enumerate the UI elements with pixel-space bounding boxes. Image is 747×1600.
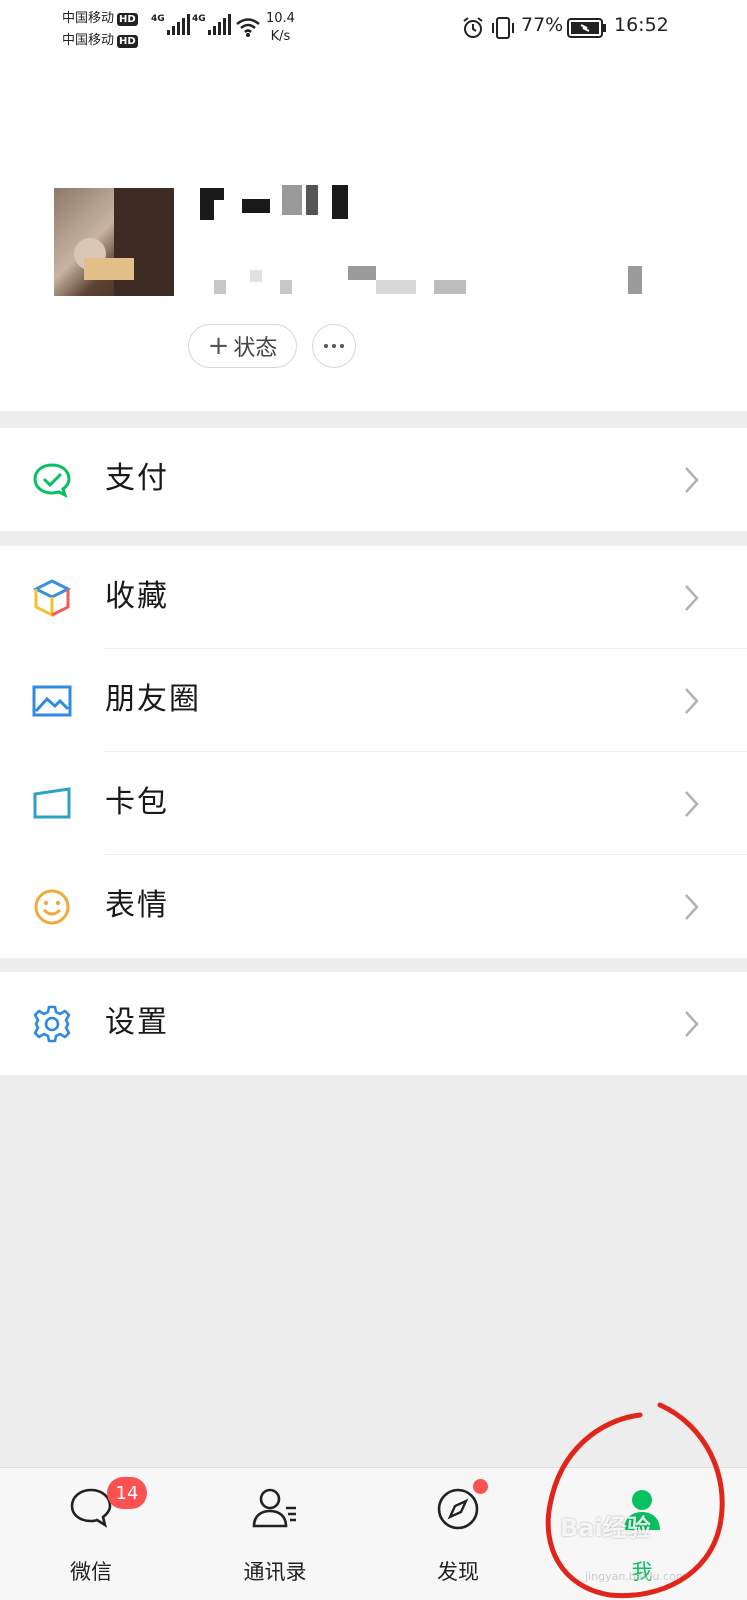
status-button-label: 状态 — [233, 336, 278, 361]
battery-charging-icon — [567, 18, 606, 38]
card-wallet-icon — [33, 787, 71, 819]
carrier-info: 中国移动 HD 中国移动 HD — [62, 8, 138, 52]
signal-strength-1-icon: 4G — [151, 14, 192, 35]
chevron-right-icon — [685, 1011, 699, 1037]
status-bar: 中国移动 HD 中国移动 HD 4G 4G 10.4 K/s 77% 16:52 — [0, 0, 747, 58]
tab-contacts[interactable]: 通讯录 — [210, 1468, 340, 1600]
menu-label-cards: 卡包 — [105, 785, 169, 820]
menu-label-moments: 朋友圈 — [105, 682, 201, 717]
tab-label-chats: 微信 — [70, 1560, 112, 1584]
wechat-id-censored — [212, 266, 662, 296]
plus-icon: + — [207, 331, 230, 361]
favorites-cube-icon — [32, 579, 72, 618]
network-speed: 10.4 K/s — [266, 10, 295, 46]
hd-badge: HD — [117, 12, 138, 26]
nickname-censored — [200, 183, 350, 223]
more-button[interactable] — [312, 324, 356, 368]
more-dots-icon — [324, 344, 328, 348]
menu-label-pay: 支付 — [105, 461, 169, 496]
menu-group-settings: 设置 — [0, 972, 747, 1075]
contacts-icon — [252, 1488, 296, 1528]
menu-label-stickers: 表情 — [105, 888, 169, 923]
battery-percent: 77% — [521, 14, 564, 36]
sticker-smiley-icon — [34, 889, 70, 925]
menu-item-settings[interactable]: 设置 — [0, 972, 747, 1075]
menu-label-favorites: 收藏 — [105, 579, 169, 614]
tab-label-discover: 发现 — [437, 1560, 479, 1584]
clock: 16:52 — [614, 14, 669, 36]
carrier-2-label: 中国移动 — [62, 33, 115, 48]
pay-icon — [33, 463, 71, 498]
signal-strength-2-icon: 4G — [192, 14, 233, 35]
chevron-right-icon — [685, 585, 699, 611]
network-speed-unit: K/s — [270, 29, 291, 44]
menu-item-pay[interactable]: 支付 — [0, 428, 747, 531]
tab-discover[interactable]: 发现 — [393, 1468, 523, 1600]
menu-item-cards[interactable]: 卡包 — [0, 752, 747, 855]
avatar[interactable] — [54, 188, 174, 296]
menu-item-moments[interactable]: 朋友圈 — [0, 649, 747, 752]
discover-red-dot — [473, 1479, 488, 1494]
profile-header[interactable]: + 状态 — [0, 58, 747, 411]
tab-label-contacts: 通讯录 — [243, 1560, 307, 1584]
vibrate-icon — [492, 17, 514, 39]
menu-group-pay: 支付 — [0, 428, 747, 531]
chevron-right-icon — [685, 467, 699, 493]
menu-group-main: 收藏 朋友圈 卡包 表情 — [0, 546, 747, 958]
network-speed-value: 10.4 — [266, 11, 295, 26]
annotation-circle — [545, 1402, 725, 1599]
add-status-button[interactable]: + 状态 — [188, 324, 297, 368]
chevron-right-icon — [685, 791, 699, 817]
wifi-icon — [236, 18, 260, 37]
chevron-right-icon — [685, 894, 699, 920]
menu-label-settings: 设置 — [105, 1005, 169, 1040]
moments-image-icon — [32, 685, 72, 717]
settings-gear-icon — [33, 1005, 71, 1043]
chevron-right-icon — [685, 688, 699, 714]
alarm-icon — [463, 17, 483, 38]
compass-icon — [437, 1488, 479, 1530]
carrier-1-label: 中国移动 — [62, 11, 115, 26]
menu-item-stickers[interactable]: 表情 — [0, 855, 747, 958]
unread-badge: 14 — [107, 1477, 147, 1509]
hd-badge: HD — [117, 34, 138, 48]
menu-item-favorites[interactable]: 收藏 — [0, 546, 747, 649]
